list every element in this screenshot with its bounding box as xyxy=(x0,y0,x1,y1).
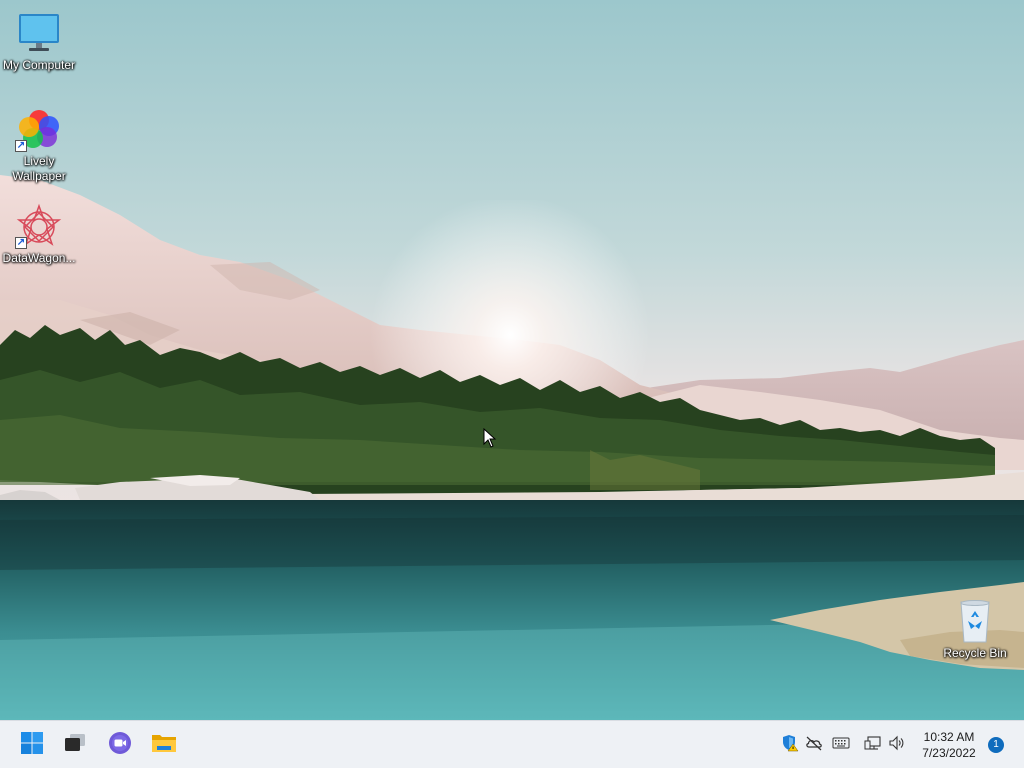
file-explorer-button[interactable] xyxy=(148,729,180,761)
desktop-icon-my-computer[interactable]: My Computer xyxy=(0,10,78,73)
taskbar-clock[interactable]: 10:32 AM 7/23/2022 xyxy=(916,729,982,761)
clock-date: 7/23/2022 xyxy=(922,746,976,760)
taskbar: 10:32 AM 7/23/2022 1 xyxy=(0,720,1024,768)
clock-time: 10:32 AM xyxy=(923,730,975,744)
keyboard-icon xyxy=(832,736,850,755)
chat-button[interactable] xyxy=(104,729,136,761)
lively-wallpaper-icon: ↗ xyxy=(15,106,63,154)
desktop-wallpaper[interactable] xyxy=(0,0,1024,720)
shortcut-arrow-icon: ↗ xyxy=(15,140,27,152)
datawagon-icon: ↗ xyxy=(15,203,63,251)
monitor-icon xyxy=(15,10,63,58)
desktop-icon-datawagon[interactable]: ↗ DataWagon... xyxy=(0,203,78,266)
input-indicator-tray[interactable] xyxy=(831,735,851,755)
task-view-icon xyxy=(63,731,87,760)
desktop-icon-label: Recycle Bin xyxy=(943,646,1007,660)
windows-security-warning-icon xyxy=(781,734,799,757)
start-button[interactable] xyxy=(16,729,48,761)
onedrive-tray[interactable] xyxy=(804,735,824,755)
task-view-button[interactable] xyxy=(59,729,91,761)
teams-chat-icon xyxy=(108,731,132,760)
mouse-cursor-icon xyxy=(483,427,497,453)
windows-security-tray[interactable] xyxy=(780,734,800,757)
volume-tray[interactable] xyxy=(887,735,907,755)
windows-start-icon xyxy=(20,731,44,760)
desktop-icon-label: DataWagon... xyxy=(2,251,76,265)
desktop-icon-lively-wallpaper[interactable]: ↗ Lively Wallpaper xyxy=(0,106,78,184)
recycle-bin-icon xyxy=(951,598,999,646)
network-tray[interactable] xyxy=(863,735,883,755)
desktop-icon-recycle-bin[interactable]: Recycle Bin xyxy=(936,598,1014,661)
shortcut-arrow-icon: ↗ xyxy=(15,237,27,249)
onedrive-offline-icon xyxy=(805,735,823,756)
file-explorer-icon xyxy=(151,731,177,760)
notification-badge[interactable]: 1 xyxy=(988,737,1004,753)
volume-icon xyxy=(888,735,906,756)
desktop-icon-label: My Computer xyxy=(2,58,76,72)
network-icon xyxy=(864,735,882,756)
desktop-icon-label: Lively Wallpaper xyxy=(12,154,66,183)
